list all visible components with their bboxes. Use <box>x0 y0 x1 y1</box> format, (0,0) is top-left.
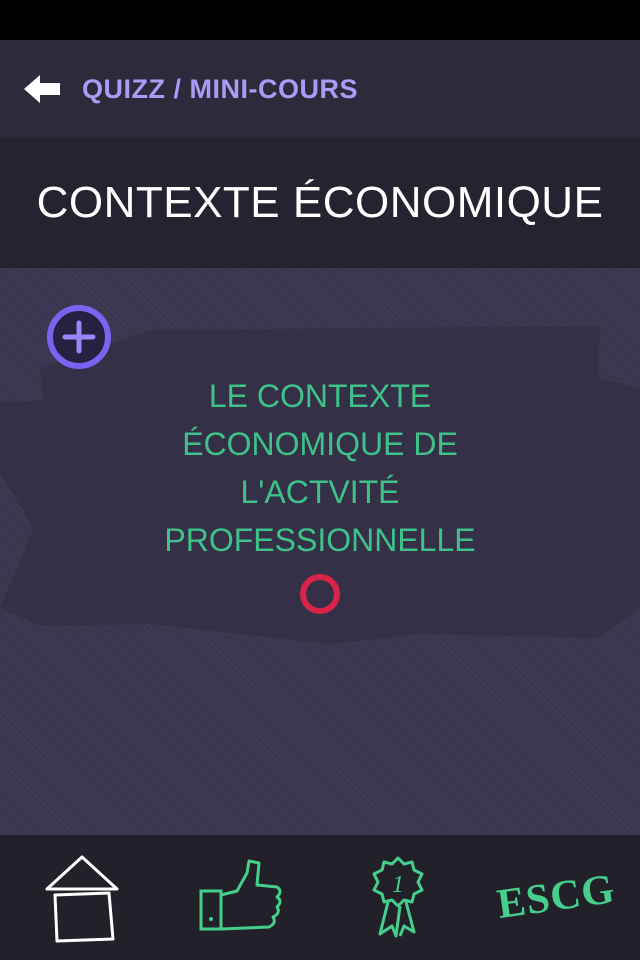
nav-like[interactable] <box>192 847 288 947</box>
ring-icon <box>300 574 340 614</box>
card-text-line: PROFESSIONNELLE <box>164 522 476 558</box>
status-ring <box>298 572 342 616</box>
escg-logo: ESCG <box>494 865 618 929</box>
card-text-line: ÉCONOMIQUE DE <box>182 426 458 462</box>
plus-circle-icon <box>47 305 111 369</box>
page-title: CONTEXTE ÉCONOMIQUE <box>36 178 604 227</box>
back-arrow-icon <box>24 75 60 103</box>
top-bar: QUIZZ / MINI-COURS <box>0 40 640 138</box>
home-icon <box>45 855 119 943</box>
status-bar <box>0 0 640 40</box>
app-screen: QUIZZ / MINI-COURS CONTEXTE ÉCONOMIQUE L… <box>0 0 640 960</box>
title-band: CONTEXTE ÉCONOMIQUE <box>0 138 640 268</box>
nav-ranking[interactable]: 1 <box>356 847 440 947</box>
card-text-line: LE CONTEXTE <box>208 378 432 414</box>
back-button[interactable] <box>18 68 66 110</box>
thumbs-up-icon <box>199 859 282 931</box>
content-area: LE CONTEXTE ÉCONOMIQUE DE L'ACTVITÉ PROF… <box>0 268 640 835</box>
ranking-number: 1 <box>392 872 404 898</box>
card-text-line: L'ACTVITÉ <box>240 474 400 510</box>
nav-home[interactable] <box>36 847 128 947</box>
breadcrumb[interactable]: QUIZZ / MINI-COURS <box>82 74 358 105</box>
bottom-nav: 1 ESCG <box>0 835 640 960</box>
expand-button[interactable] <box>46 304 112 370</box>
nav-escg[interactable]: ESCG <box>494 847 618 947</box>
course-card-title[interactable]: LE CONTEXTE ÉCONOMIQUE DE L'ACTVITÉ PROF… <box>130 372 510 564</box>
award-ribbon-icon: 1 <box>372 856 424 938</box>
